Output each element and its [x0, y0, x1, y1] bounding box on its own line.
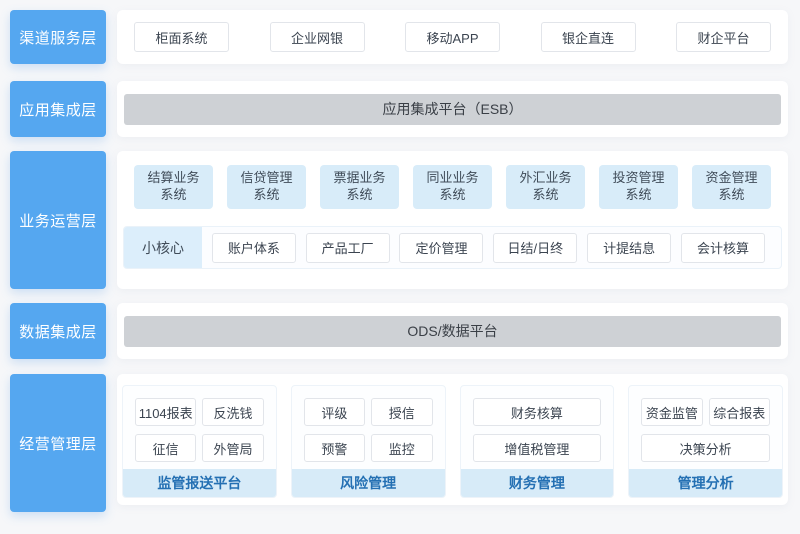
small-core-label: 小核心: [124, 227, 202, 268]
small-core-strip: 小核心 账户体系 产品工厂 定价管理 日结/日终 计提结息 会计核算: [123, 226, 782, 269]
comprehensive-report-box: 综合报表: [709, 398, 770, 426]
anti-money-laundering-box: 反洗钱: [202, 398, 263, 426]
pricing-mgmt-box: 定价管理: [399, 233, 483, 263]
day-end-box: 日结/日终: [493, 233, 577, 263]
mgmt-analysis-title: 管理分析: [629, 469, 782, 497]
report-1104-box: 1104报表: [135, 398, 196, 426]
bank-enterprise-direct-box: 银企直连: [541, 22, 636, 52]
management-layer-label: 经营管理层: [10, 374, 106, 512]
mgmt-analysis-group: 资金监管 综合报表 决策分析 管理分析: [628, 385, 783, 498]
financial-mgmt-body: 财务核算 增值税管理: [461, 386, 614, 469]
financial-accounting-box: 财务核算: [473, 398, 602, 426]
monitoring-box: 监控: [371, 434, 432, 462]
management-panel: 1104报表 反洗钱 征信 外管局 监管报送平台 评级 授信 预警 监控 风险管…: [117, 374, 788, 505]
decision-analysis-box: 决策分析: [641, 434, 770, 462]
finance-enterprise-platform-box: 财企平台: [676, 22, 771, 52]
risk-mgmt-title: 风险管理: [292, 469, 445, 497]
credit-reference-box: 征信: [135, 434, 196, 462]
channel-service-layer-label: 渠道服务层: [10, 10, 106, 64]
regulatory-reporting-group: 1104报表 反洗钱 征信 外管局 监管报送平台: [122, 385, 277, 498]
vat-mgmt-box: 增值税管理: [473, 434, 602, 462]
accounting-box: 会计核算: [681, 233, 765, 263]
app-integration-layer-label: 应用集成层: [10, 81, 106, 137]
mgmt-analysis-body: 资金监管 综合报表 决策分析: [629, 386, 782, 469]
product-factory-box: 产品工厂: [306, 233, 390, 263]
financial-mgmt-group: 财务核算 增值税管理 财务管理: [460, 385, 615, 498]
business-systems-row: 结算业务系统 信贷管理系统 票据业务系统 同业业务系统 外汇业务系统 投资管理系…: [134, 165, 771, 209]
account-system-box: 账户体系: [212, 233, 296, 263]
data-integration-layer-label: 数据集成层: [10, 303, 106, 359]
risk-mgmt-group: 评级 授信 预警 监控 风险管理: [291, 385, 446, 498]
interest-accrual-box: 计提结息: [587, 233, 671, 263]
bill-business-system-box: 票据业务系统: [320, 165, 399, 209]
channel-service-panel: 柜面系统 企业网银 移动APP 银企直连 财企平台: [117, 10, 788, 64]
treasury-mgmt-system-box: 资金管理系统: [692, 165, 771, 209]
business-operation-layer-label: 业务运营层: [10, 151, 106, 289]
fund-supervision-box: 资金监管: [641, 398, 702, 426]
mobile-app-box: 移动APP: [405, 22, 500, 52]
data-integration-panel: ODS/数据平台: [117, 303, 788, 359]
credit-granting-box: 授信: [371, 398, 432, 426]
financial-mgmt-title: 财务管理: [461, 469, 614, 497]
esb-platform-bar: 应用集成平台（ESB）: [124, 94, 781, 125]
forex-system-box: 外汇业务系统: [506, 165, 585, 209]
ods-data-platform-bar: ODS/数据平台: [124, 316, 781, 347]
risk-mgmt-body: 评级 授信 预警 监控: [292, 386, 445, 469]
architecture-diagram: 渠道服务层 柜面系统 企业网银 移动APP 银企直连 财企平台 应用集成层 应用…: [0, 0, 800, 534]
regulatory-reporting-title: 监管报送平台: [123, 469, 276, 497]
app-integration-panel: 应用集成平台（ESB）: [117, 81, 788, 137]
counter-system-box: 柜面系统: [134, 22, 229, 52]
enterprise-ebank-box: 企业网银: [270, 22, 365, 52]
business-operation-panel: 结算业务系统 信贷管理系统 票据业务系统 同业业务系统 外汇业务系统 投资管理系…: [117, 151, 788, 289]
forex-admin-box: 外管局: [202, 434, 263, 462]
rating-box: 评级: [304, 398, 365, 426]
early-warning-box: 预警: [304, 434, 365, 462]
investment-mgmt-system-box: 投资管理系统: [599, 165, 678, 209]
interbank-system-box: 同业业务系统: [413, 165, 492, 209]
credit-mgmt-system-box: 信贷管理系统: [227, 165, 306, 209]
regulatory-reporting-body: 1104报表 反洗钱 征信 外管局: [123, 386, 276, 469]
settlement-system-box: 结算业务系统: [134, 165, 213, 209]
